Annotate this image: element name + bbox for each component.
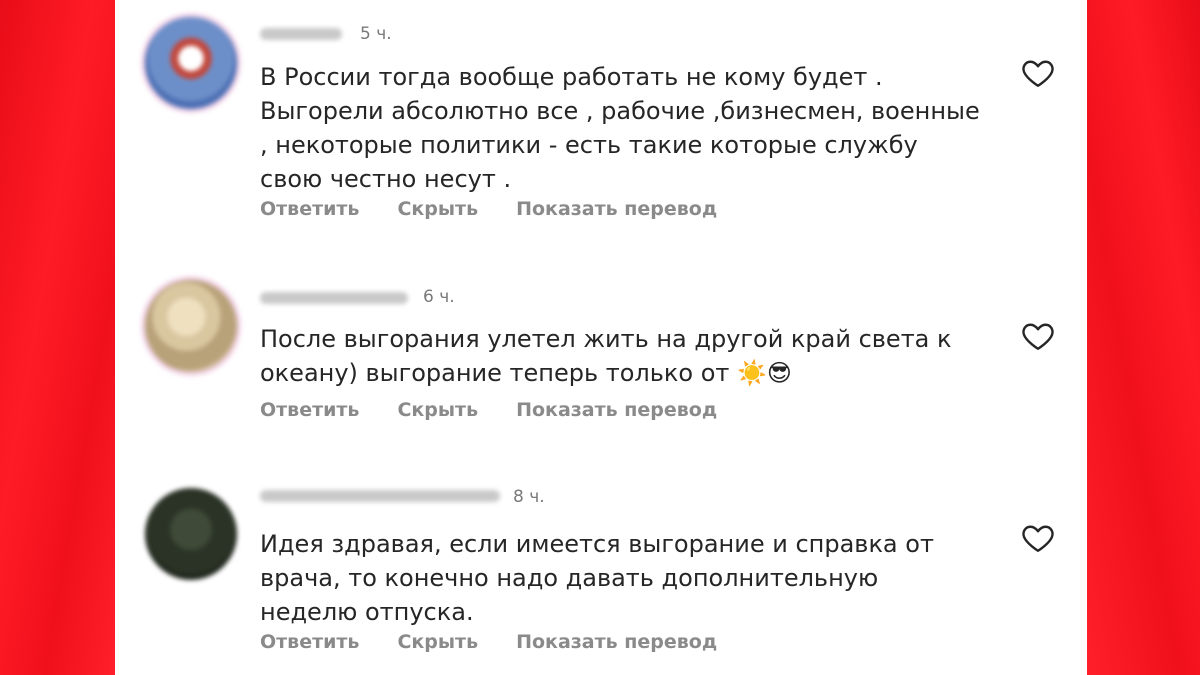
avatar[interactable] — [145, 488, 237, 580]
reply-button[interactable]: Ответить — [260, 399, 359, 421]
show-translation-button[interactable]: Показать перевод — [516, 198, 717, 220]
comment-actions: Ответить Скрыть Показать перевод — [260, 399, 755, 421]
comment-text: Идея здравая, если имеется выгорание и с… — [260, 530, 934, 626]
comment-actions: Ответить Скрыть Показать перевод — [260, 631, 755, 653]
hide-button[interactable]: Скрыть — [397, 631, 478, 653]
comment-text: После выгорания улетел жить на другой кр… — [260, 322, 980, 390]
username-blurred[interactable] — [260, 490, 500, 502]
comment-time: 6 ч. — [423, 287, 455, 307]
hide-button[interactable]: Скрыть — [397, 399, 478, 421]
comment-text: В России тогда вообще работать не кому б… — [260, 63, 980, 193]
show-translation-button[interactable]: Показать перевод — [516, 631, 717, 653]
avatar[interactable] — [145, 280, 237, 372]
emoji-sun-sunglasses: ☀️😎 — [737, 359, 792, 387]
username-blurred[interactable] — [260, 28, 342, 40]
avatar[interactable] — [145, 17, 237, 109]
heart-icon[interactable] — [1020, 520, 1056, 556]
heart-icon[interactable] — [1020, 55, 1056, 91]
show-translation-button[interactable]: Показать перевод — [516, 399, 717, 421]
reply-button[interactable]: Ответить — [260, 198, 359, 220]
comment-time: 8 ч. — [513, 487, 545, 507]
reply-button[interactable]: Ответить — [260, 631, 359, 653]
heart-icon[interactable] — [1020, 318, 1056, 354]
red-background-left — [0, 0, 115, 675]
username-blurred[interactable] — [260, 292, 408, 304]
comment-time: 5 ч. — [360, 24, 392, 44]
red-background-right — [1087, 0, 1200, 675]
comment-actions: Ответить Скрыть Показать перевод — [260, 198, 755, 220]
comment-text-body: После выгорания улетел жить на другой кр… — [260, 325, 952, 387]
comments-panel: 5 ч. В России тогда вообще работать не к… — [115, 0, 1087, 675]
hide-button[interactable]: Скрыть — [397, 198, 478, 220]
